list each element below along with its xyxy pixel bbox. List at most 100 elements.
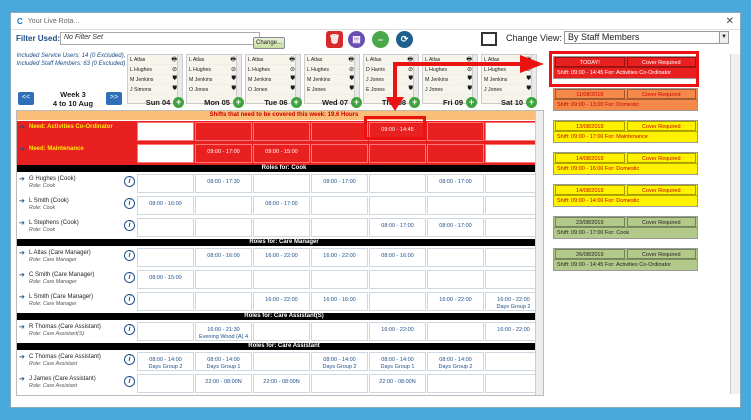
- staff-list-item[interactable]: L Atlas 🖶: [187, 55, 241, 65]
- change-filter-button[interactable]: Change...: [253, 37, 285, 49]
- info-icon[interactable]: i: [124, 376, 135, 387]
- next-week-button[interactable]: >>: [106, 92, 122, 105]
- shift-cell[interactable]: 22:00 - 08:00N: [369, 374, 426, 393]
- staff-list-item[interactable]: E Jones ⛊: [364, 85, 418, 95]
- staff-list-item[interactable]: L Hughes ⊘: [128, 65, 182, 75]
- shift-cell[interactable]: [427, 144, 484, 163]
- staff-list-item[interactable]: M Jenkins ⛊: [128, 75, 182, 85]
- shift-cell[interactable]: [485, 122, 542, 141]
- staff-list-item[interactable]: L Hughes ⊘: [246, 65, 300, 75]
- refresh-icon[interactable]: ⟳: [396, 31, 413, 48]
- close-icon[interactable]: ✕: [726, 16, 734, 27]
- shift-cell[interactable]: 08:00 - 14:00 Days Group 2: [427, 352, 484, 371]
- shift-cell[interactable]: [427, 322, 484, 341]
- shift-cell[interactable]: 16:00 - 22:00: [253, 248, 310, 267]
- shift-cell[interactable]: [195, 122, 252, 141]
- shift-cell[interactable]: [485, 144, 542, 163]
- staff-list-item[interactable]: L Hughes ⊘: [187, 65, 241, 75]
- grid-scrollbar[interactable]: [535, 111, 543, 395]
- shift-cell[interactable]: 08:00 - 17:00: [253, 196, 310, 215]
- shift-cell[interactable]: 16:00 - 22:00: [311, 248, 368, 267]
- staff-list-item[interactable]: O Jones ⛊: [187, 85, 241, 95]
- shift-cell[interactable]: [137, 248, 194, 267]
- info-icon[interactable]: i: [124, 198, 135, 209]
- shift-cell[interactable]: 08:00 - 14:00 Days Group 1: [369, 352, 426, 371]
- shift-cell[interactable]: [137, 292, 194, 311]
- expand-arrow-icon[interactable]: ➔: [19, 323, 25, 331]
- add-shift-icon[interactable]: +: [351, 97, 363, 108]
- expand-arrow-icon[interactable]: ➔: [19, 123, 25, 131]
- expand-arrow-icon[interactable]: ➔: [19, 249, 25, 257]
- staff-column-scrollbar[interactable]: [236, 55, 241, 103]
- shift-cell[interactable]: 08:00 - 17:00: [369, 218, 426, 237]
- shift-cell[interactable]: [137, 218, 194, 237]
- staff-list-item[interactable]: M Jenkins ⛊: [187, 75, 241, 85]
- expand-arrow-icon[interactable]: ➔: [19, 375, 25, 383]
- cover-required-card[interactable]: 23/08/2019 Cover Required Shift: 09:00 - 1…: [553, 216, 698, 239]
- shift-cell[interactable]: [253, 270, 310, 289]
- shift-cell[interactable]: 22:00 - 08:00N: [253, 374, 310, 393]
- expand-arrow-icon[interactable]: ➔: [19, 219, 25, 227]
- filter-input[interactable]: No Filter Set: [60, 32, 260, 45]
- shift-cell[interactable]: 16:00 - 22:00 Days Group 2: [485, 292, 542, 311]
- staff-list-item[interactable]: M Jenkins ⛊: [423, 75, 477, 85]
- trash-icon[interactable]: 🗑: [326, 31, 343, 48]
- shift-cell[interactable]: 16:00 - 21:30 Evening Wood (A) 4: [195, 322, 252, 341]
- shift-cell[interactable]: [369, 270, 426, 289]
- staff-list-item[interactable]: J Jones ⛊: [364, 75, 418, 85]
- shift-cell[interactable]: [253, 218, 310, 237]
- staff-list-item[interactable]: M Jenkins ⛊: [482, 75, 536, 85]
- staff-list-item[interactable]: L Atlas 🖶: [305, 55, 359, 65]
- shift-cell[interactable]: 08:00 - 16:00: [137, 196, 194, 215]
- staff-list-item[interactable]: L Hughes ⊘: [423, 65, 477, 75]
- info-icon[interactable]: i: [124, 354, 135, 365]
- shift-cell[interactable]: [253, 352, 310, 371]
- staff-list-item[interactable]: D Harris ⊘: [364, 65, 418, 75]
- shift-cell[interactable]: [311, 122, 368, 141]
- expand-arrow-icon[interactable]: ➔: [19, 293, 25, 301]
- info-icon[interactable]: i: [124, 272, 135, 283]
- info-icon[interactable]: i: [124, 294, 135, 305]
- info-icon[interactable]: i: [124, 176, 135, 187]
- staff-list-item[interactable]: E Jones ⛊: [305, 85, 359, 95]
- panel-scrollbar[interactable]: [730, 54, 740, 394]
- add-shift-icon[interactable]: +: [173, 97, 185, 108]
- expand-arrow-icon[interactable]: ➔: [19, 145, 25, 153]
- cover-required-card[interactable]: 26/08/2019 Cover Required Shift: 09:00 - 1…: [553, 248, 698, 271]
- shift-cell[interactable]: 16:00 - 16:00: [311, 292, 368, 311]
- shift-cell[interactable]: [369, 292, 426, 311]
- shift-cell[interactable]: [311, 322, 368, 341]
- staff-column-scrollbar[interactable]: [354, 55, 359, 103]
- shift-cell[interactable]: [137, 374, 194, 393]
- staff-list-item[interactable]: L Atlas 🖶: [128, 55, 182, 65]
- shift-cell[interactable]: [253, 322, 310, 341]
- shift-cell[interactable]: [427, 196, 484, 215]
- shift-cell[interactable]: 16:00 - 22:00: [485, 322, 542, 341]
- prev-week-button[interactable]: <<: [18, 92, 34, 105]
- add-shift-icon[interactable]: +: [290, 97, 302, 108]
- shift-cell[interactable]: [195, 270, 252, 289]
- shift-cell[interactable]: [195, 292, 252, 311]
- shift-cell[interactable]: [311, 218, 368, 237]
- info-icon[interactable]: i: [124, 220, 135, 231]
- info-icon[interactable]: i: [124, 250, 135, 261]
- staff-list-item[interactable]: M Jenkins ⛊: [305, 75, 359, 85]
- shift-cell[interactable]: [427, 248, 484, 267]
- shift-cell[interactable]: [137, 322, 194, 341]
- shift-cell[interactable]: 08:00 - 15:00: [137, 270, 194, 289]
- view-select[interactable]: By Staff Members ▼: [564, 31, 729, 44]
- shift-cell[interactable]: [369, 174, 426, 193]
- minus-circle-icon[interactable]: −: [372, 31, 389, 48]
- add-shift-icon[interactable]: +: [232, 97, 244, 108]
- expand-arrow-icon[interactable]: ➔: [19, 175, 25, 183]
- shift-cell[interactable]: [137, 174, 194, 193]
- shift-cell[interactable]: [137, 122, 194, 141]
- add-shift-icon[interactable]: +: [526, 97, 538, 108]
- shift-cell[interactable]: 08:00 - 14:00 Days Group 2: [137, 352, 194, 371]
- shift-cell[interactable]: [427, 374, 484, 393]
- staff-list-item[interactable]: J Jones ⛊: [482, 85, 536, 95]
- shift-cell[interactable]: 09:00 - 17:00: [195, 144, 252, 163]
- shift-cell[interactable]: [485, 270, 542, 289]
- staff-list-item[interactable]: L Hughes ⊘: [305, 65, 359, 75]
- cover-required-card[interactable]: 11/08/2019 Cover Required Shift: 09:00 - 1…: [553, 88, 698, 111]
